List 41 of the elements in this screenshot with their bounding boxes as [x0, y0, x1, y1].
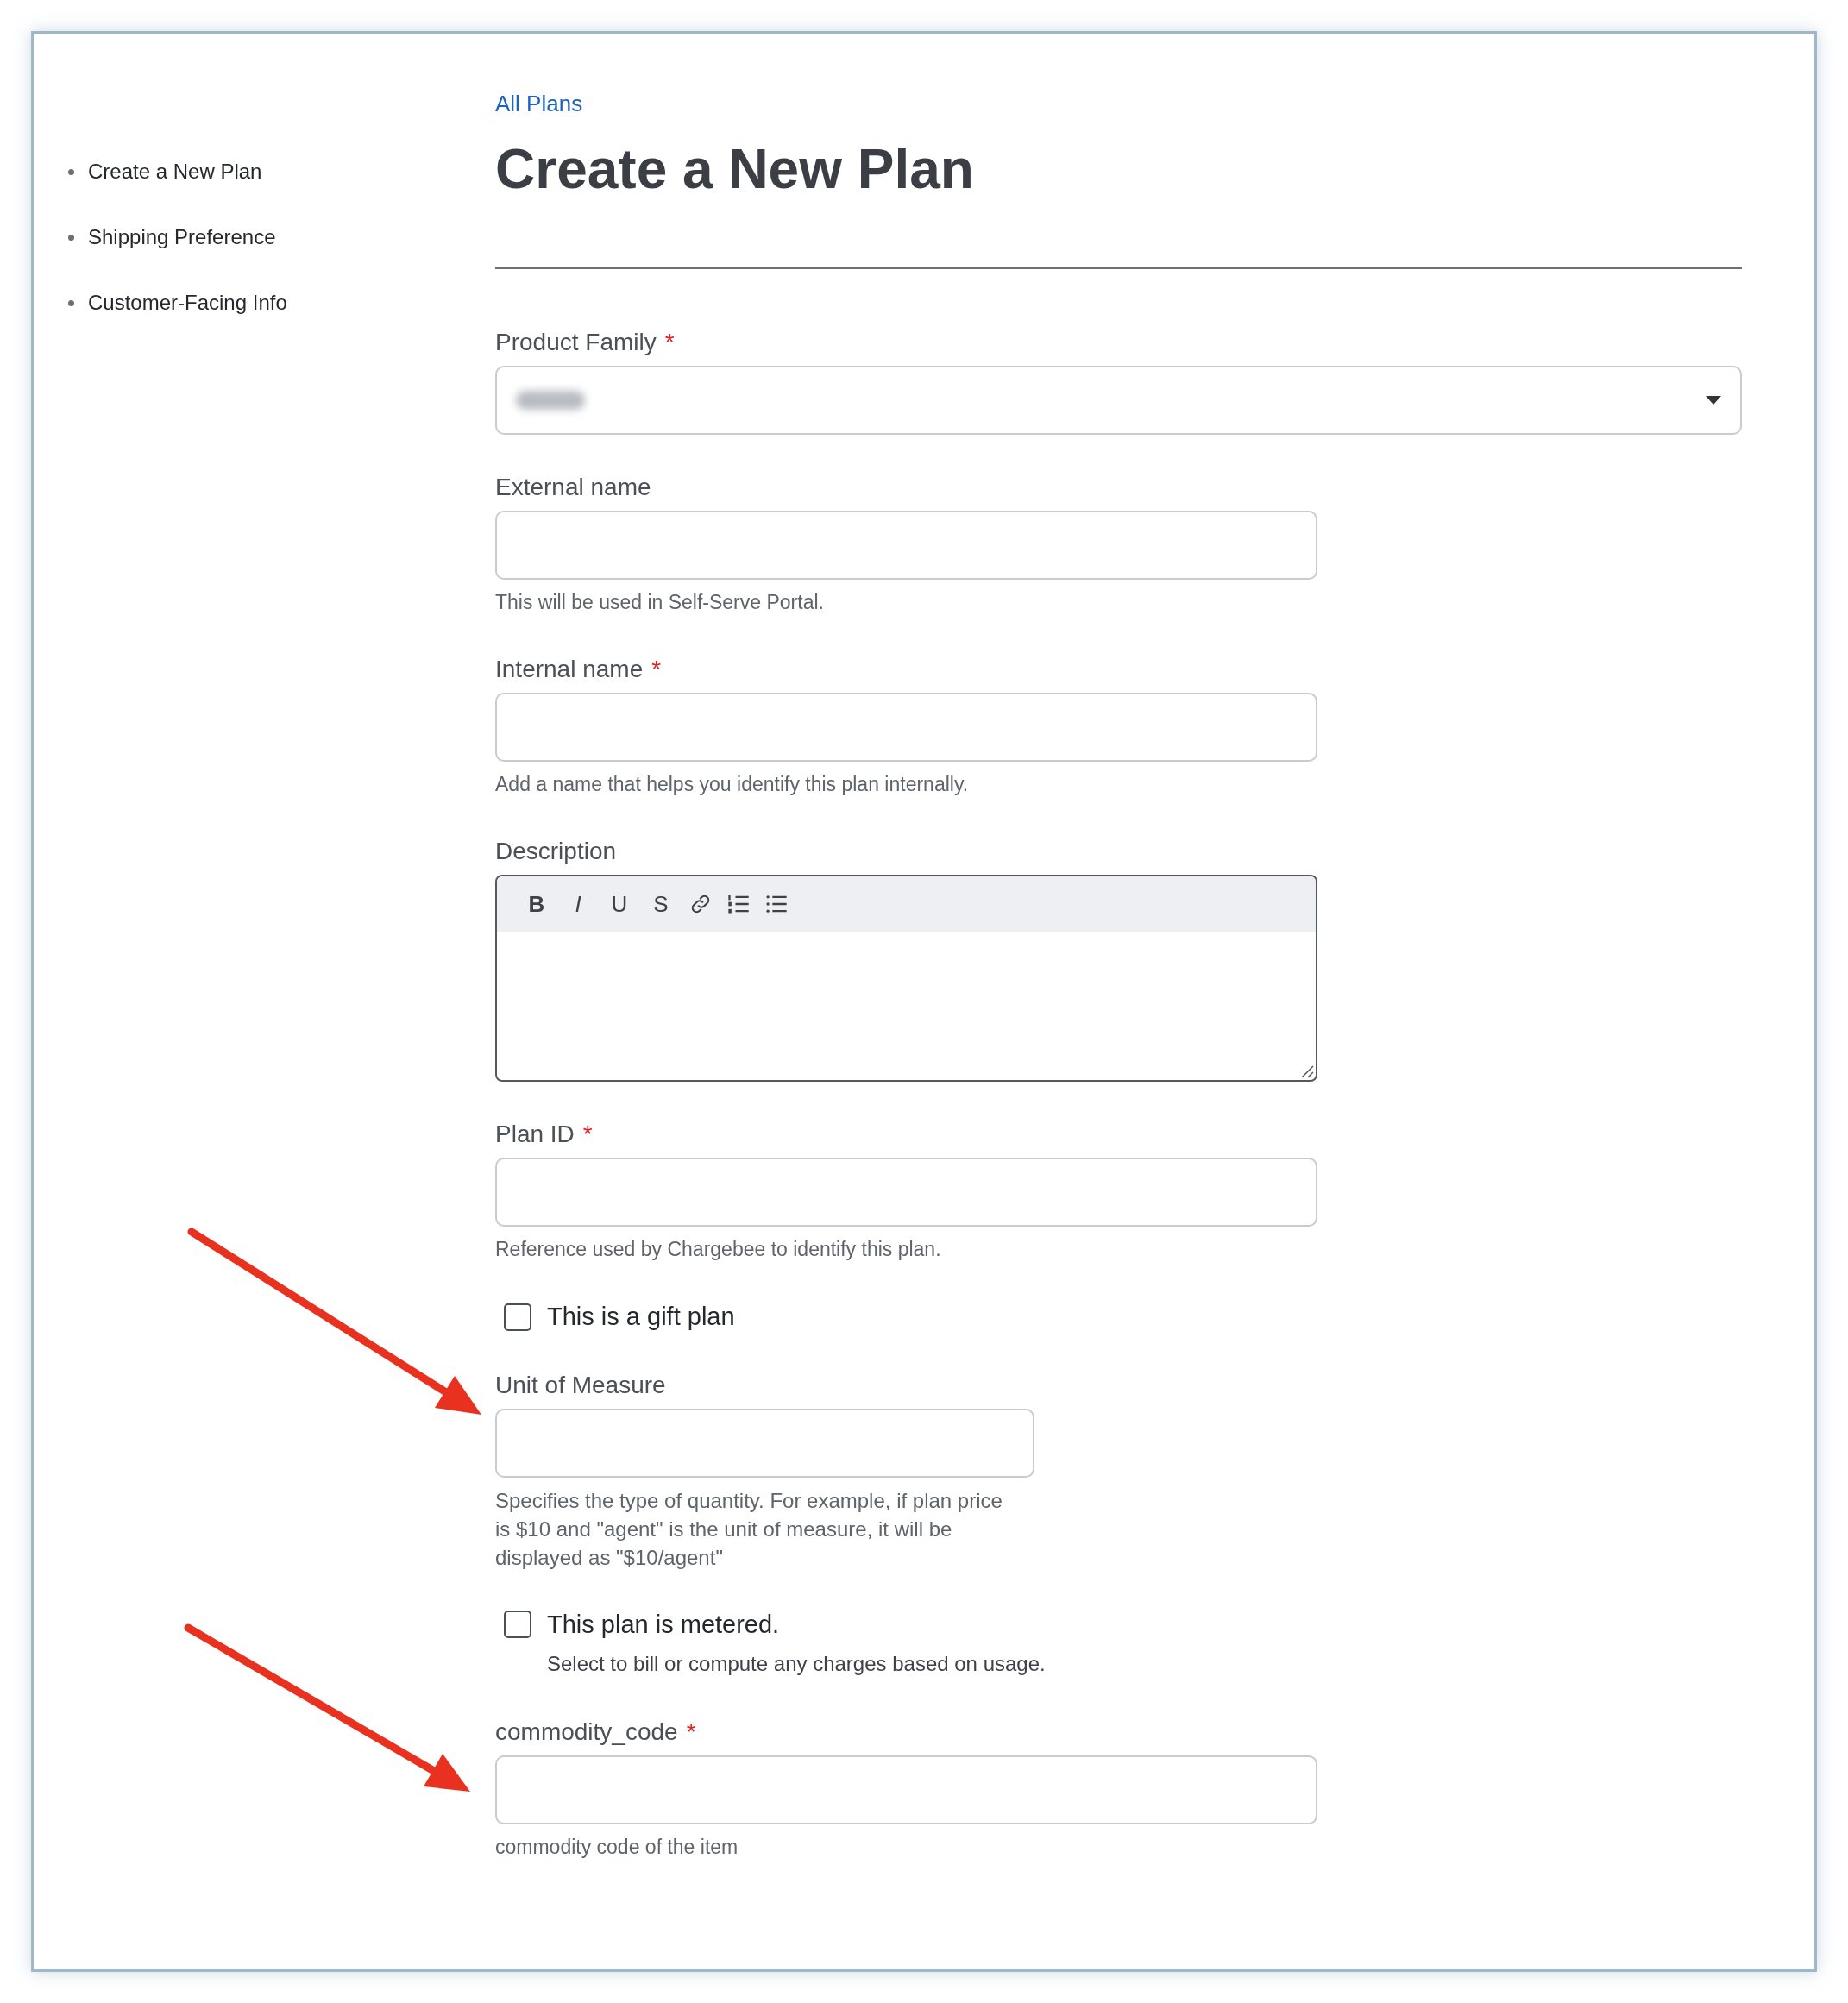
help-text: Select to bill or compute any charges based on usage. [546, 1651, 1047, 1677]
bold-button[interactable]: B [523, 887, 550, 921]
field-label: Product Family [495, 328, 657, 357]
resize-handle-icon[interactable] [1300, 1064, 1314, 1078]
checkbox[interactable] [504, 1303, 531, 1331]
help-text: Add a name that helps you identify this plan internally. [495, 772, 970, 797]
text-field[interactable] [495, 693, 1317, 762]
sidebar-link[interactable]: Customer-Facing Info [88, 287, 287, 318]
required-mark: * [582, 1120, 593, 1149]
checkbox-label: This plan is metered. [547, 1609, 780, 1640]
sidebar-link[interactable]: Create a New Plan [88, 156, 262, 187]
rich-text-editor[interactable]: B I U S [495, 875, 1317, 1082]
text-field[interactable] [495, 1408, 1034, 1478]
bullet-icon [68, 234, 74, 241]
help-text: This will be used in Self-Serve Portal. [495, 590, 825, 615]
italic-button[interactable]: I [564, 887, 592, 921]
field-label: Unit of Measure [495, 1370, 666, 1400]
field-label: Plan ID [495, 1120, 575, 1149]
checkbox[interactable] [504, 1611, 531, 1639]
page-title: Create a New Plan [495, 137, 975, 202]
required-mark: * [686, 1717, 696, 1747]
strikethrough-button[interactable]: S [647, 887, 675, 921]
checkbox-label: This is a gift plan [547, 1302, 735, 1332]
breadcrumb-link[interactable]: All Plans [495, 91, 583, 116]
underline-button[interactable]: U [606, 887, 633, 921]
required-mark: * [651, 655, 662, 684]
bullet-icon [68, 168, 74, 175]
text-field[interactable] [495, 1158, 1317, 1227]
field-label: commodity_code [495, 1717, 678, 1747]
bullet-icon [68, 299, 74, 306]
help-text: Specifies the type of quantity. For example, if plan price is $10 and "agent" is the unit of measure, it will be displayed as "$10/agent" [495, 1487, 1003, 1571]
help-text: commodity code of the item [495, 1835, 739, 1860]
help-text: Reference used by Chargebee to identify this plan. [495, 1237, 942, 1262]
field-label: Description [495, 837, 617, 866]
required-mark: * [664, 328, 675, 357]
text-field[interactable] [495, 1755, 1317, 1824]
text-field[interactable] [495, 511, 1317, 580]
field-label: Internal name [495, 655, 644, 684]
sidebar-link[interactable]: Shipping Preference [88, 222, 276, 253]
caret-icon [1706, 396, 1721, 405]
field-label: External name [495, 473, 651, 502]
